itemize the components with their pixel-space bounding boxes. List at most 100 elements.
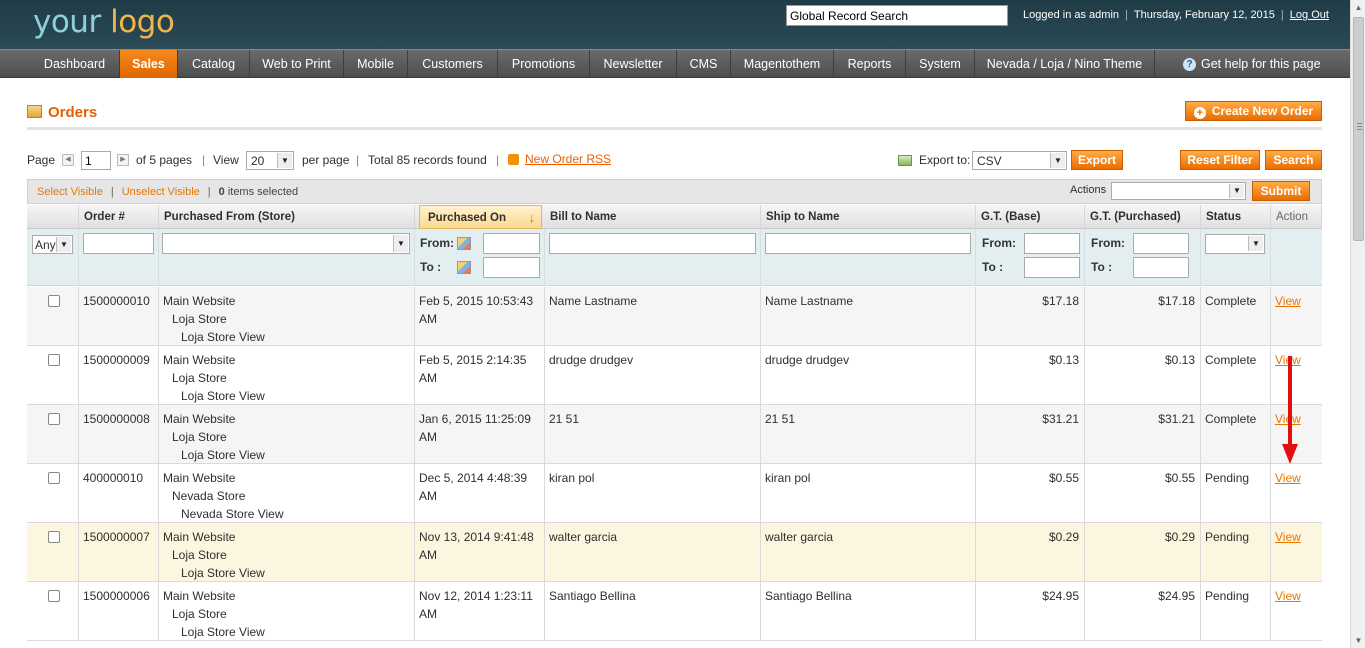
base-to-input[interactable] <box>1024 257 1080 278</box>
order-status: Complete <box>1205 412 1257 426</box>
unselect-visible-link[interactable]: Unselect Visible <box>122 186 200 198</box>
view-link[interactable]: View <box>1275 294 1301 308</box>
view-link[interactable]: View <box>1275 589 1301 603</box>
table-row[interactable]: 1500000009 Main Website Loja Store Loja Sto… <box>27 346 1322 405</box>
gt-purchased-cell: $0.29 <box>1085 523 1201 582</box>
nav-dashboard[interactable]: Dashboard <box>30 50 120 78</box>
order-number-filter[interactable] <box>83 233 154 254</box>
calendar-icon[interactable] <box>457 261 471 274</box>
gt-purchased-to-input[interactable] <box>1133 257 1189 278</box>
per-page-value: 20 <box>251 154 265 168</box>
logout-link[interactable]: Log Out <box>1290 9 1329 21</box>
gt-purchased-cell: $17.18 <box>1085 287 1201 346</box>
nav-magentothem[interactable]: Magentothem <box>731 50 834 78</box>
nav-cms[interactable]: CMS <box>677 50 731 78</box>
per-page-label: per page <box>302 153 350 167</box>
view-link[interactable]: View <box>1275 471 1301 485</box>
scroll-up-icon[interactable]: ▲ <box>1351 0 1365 15</box>
col-purchased-on[interactable]: Purchased On ↓ <box>419 205 542 229</box>
page-input[interactable] <box>81 151 111 170</box>
view-link[interactable]: View <box>1275 530 1301 544</box>
calendar-icon[interactable] <box>457 237 471 250</box>
search-button[interactable]: Search <box>1265 150 1322 170</box>
store-name: Loja Store <box>172 548 227 562</box>
gt-purchased-cell: $31.21 <box>1085 405 1201 464</box>
nav-sales[interactable]: Sales <box>120 50 178 78</box>
create-new-order-button[interactable]: + Create New Order <box>1185 101 1322 121</box>
nav-promotions[interactable]: Promotions <box>498 50 590 78</box>
gt-purchased: $24.95 <box>1158 589 1195 603</box>
export-format-select[interactable]: CSV ▼ <box>972 151 1067 170</box>
scroll-thumb[interactable] <box>1353 17 1364 241</box>
purchased-to-input[interactable] <box>483 257 540 278</box>
nav-mobile[interactable]: Mobile <box>344 50 408 78</box>
prev-page-icon[interactable]: ◀ <box>62 154 74 166</box>
ship-to-cell: Name Lastname <box>761 287 976 346</box>
nav-customers[interactable]: Customers <box>408 50 498 78</box>
per-page-select[interactable]: 20 ▼ <box>246 151 294 170</box>
bill-to-filter[interactable] <box>549 233 756 254</box>
purchased-from-input[interactable] <box>483 233 540 254</box>
reset-filter-button[interactable]: Reset Filter <box>1180 150 1260 170</box>
nav-system[interactable]: System <box>906 50 975 78</box>
table-row[interactable]: 1500000010 Main Website Loja Store Loja Sto… <box>27 287 1322 346</box>
next-page-icon[interactable]: ▶ <box>117 154 129 166</box>
bill-to-name: drudge drudgev <box>549 353 634 367</box>
table-row[interactable]: 1500000008 Main Website Loja Store Loja Sto… <box>27 405 1322 464</box>
order-number: 1500000010 <box>83 294 150 308</box>
row-checkbox[interactable] <box>48 590 60 602</box>
base-from-input[interactable] <box>1024 233 1080 254</box>
scroll-down-icon[interactable]: ▼ <box>1351 633 1365 648</box>
logged-in-label: Logged in as admin <box>1023 9 1120 21</box>
submit-button[interactable]: Submit <box>1252 181 1310 201</box>
col-gt-purchased[interactable]: G.T. (Purchased) <box>1085 205 1201 229</box>
col-ship-to[interactable]: Ship to Name <box>761 205 976 229</box>
col-status[interactable]: Status <box>1201 205 1271 229</box>
nav-web-to-print[interactable]: Web to Print <box>250 50 344 78</box>
help-link[interactable]: ? Get help for this page <box>1183 50 1321 78</box>
bill-to-name: 21 51 <box>549 412 580 426</box>
logo[interactable]: your logo <box>33 4 175 40</box>
row-checkbox[interactable] <box>48 354 60 366</box>
select-visible-link[interactable]: Select Visible <box>37 186 103 198</box>
rss-link[interactable]: New Order RSS <box>525 150 611 168</box>
status-cell: Pending <box>1201 582 1271 641</box>
row-checkbox[interactable] <box>48 295 60 307</box>
status-cell: Complete <box>1201 405 1271 464</box>
ship-to-filter[interactable] <box>765 233 971 254</box>
global-search-input[interactable] <box>786 5 1008 26</box>
nav-catalog[interactable]: Catalog <box>178 50 250 78</box>
nav-theme[interactable]: Nevada / Loja / Nino Theme <box>975 50 1155 78</box>
export-button[interactable]: Export <box>1071 150 1123 170</box>
status-filter-select[interactable]: ▼ <box>1205 234 1265 254</box>
nav-reports[interactable]: Reports <box>834 50 906 78</box>
massaction-filter-select[interactable]: Any ▼ <box>32 235 73 254</box>
order-status: Pending <box>1205 589 1250 603</box>
row-checkbox[interactable] <box>48 531 60 543</box>
row-checkbox[interactable] <box>48 472 60 484</box>
bill-to-name: Name Lastname <box>549 294 638 308</box>
table-row[interactable]: 1500000007 Main Website Loja Store Loja Sto… <box>27 523 1322 582</box>
col-bill-to[interactable]: Bill to Name <box>545 205 761 229</box>
gt-purchased-from-input[interactable] <box>1133 233 1189 254</box>
gt-base: $31.21 <box>1042 412 1079 426</box>
action-cell: View <box>1271 464 1322 523</box>
purchased-date: Feb 5, 2015 10:53:43 <box>419 294 534 308</box>
orders-icon <box>27 105 42 118</box>
col-gt-base[interactable]: G.T. (Base) <box>976 205 1085 229</box>
order-cell: 400000010 <box>79 464 159 523</box>
col-purchased-from[interactable]: Purchased From (Store) <box>159 205 415 229</box>
store-cell: Main Website Loja Store Loja Store View <box>159 346 415 405</box>
row-checkbox[interactable] <box>48 413 60 425</box>
table-row[interactable]: 400000010 Main Website Nevada Store Nevada … <box>27 464 1322 523</box>
store-filter-select[interactable]: ▼ <box>162 233 410 254</box>
page-scrollbar[interactable]: ▲ ▼ <box>1350 0 1365 648</box>
status-cell: Pending <box>1201 523 1271 582</box>
actions-select[interactable]: ▼ <box>1111 182 1246 200</box>
page-title-text: Orders <box>48 104 98 121</box>
col-order-number[interactable]: Order # <box>79 205 159 229</box>
table-row[interactable]: 1500000006 Main Website Loja Store Loja Sto… <box>27 582 1322 641</box>
purchased-date: Jan 6, 2015 11:25:09 <box>419 412 531 426</box>
nav-newsletter[interactable]: Newsletter <box>590 50 677 78</box>
gt-base-cell: $0.13 <box>976 346 1085 405</box>
